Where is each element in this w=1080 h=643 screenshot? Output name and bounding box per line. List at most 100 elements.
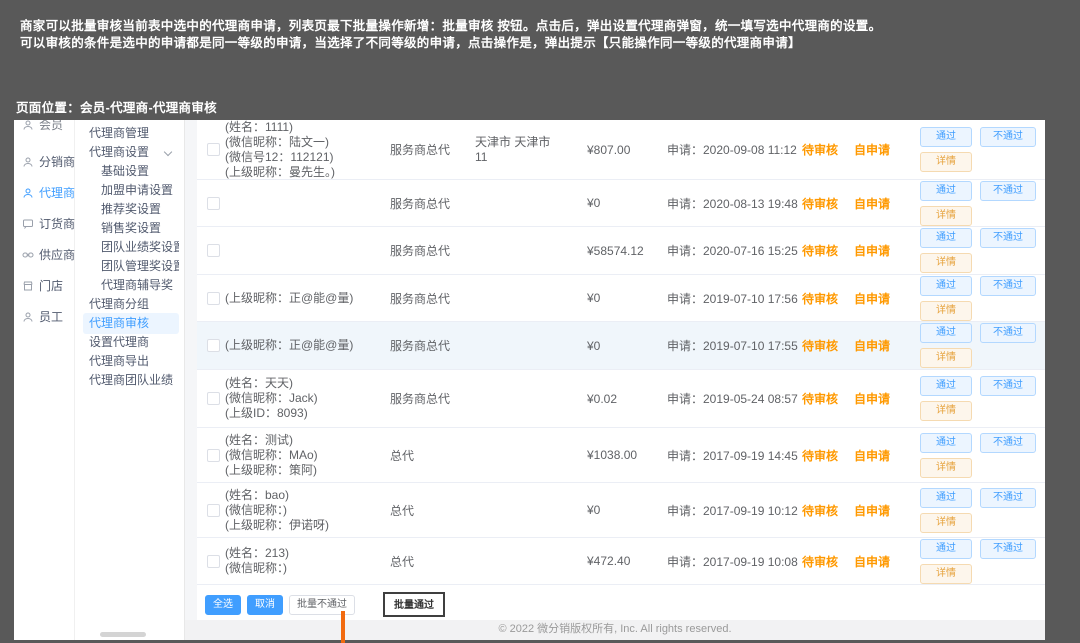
sidebar-item-1[interactable]: 分销商: [22, 153, 75, 170]
submenu-item-3[interactable]: 加盟申请设置: [83, 180, 179, 201]
detail-button[interactable]: 详情: [920, 564, 972, 584]
status-badge: 待审核: [802, 141, 854, 158]
row-actions-cell: 通过不通过详情: [912, 228, 1045, 273]
status-badge: 待审核: [802, 195, 854, 212]
detail-button[interactable]: 详情: [920, 206, 972, 226]
staff-icon: [22, 311, 34, 323]
applicant-info-line: (上级昵称：曼先生。): [225, 165, 390, 180]
bulk-reject-button[interactable]: 批量不通过: [289, 595, 355, 615]
agent-level-cell: 服务商总代: [390, 195, 475, 212]
row-checkbox[interactable]: [207, 504, 220, 517]
row-actions-cell: 通过不通过详情: [912, 433, 1045, 478]
sidebar2-scrollbar[interactable]: [100, 632, 146, 637]
approve-button[interactable]: 通过: [920, 539, 972, 559]
apply-date-cell: 申请：2019-07-10 17:56: [667, 290, 802, 307]
amount-cell: ¥807.00: [587, 143, 667, 157]
approve-button[interactable]: 通过: [920, 228, 972, 248]
detail-button[interactable]: 详情: [920, 348, 972, 368]
submenu-item-label: 销售奖设置: [101, 221, 161, 235]
apply-date-cell: 申请：2020-08-13 19:48: [667, 195, 802, 212]
reject-button[interactable]: 不通过: [980, 539, 1036, 559]
detail-button[interactable]: 详情: [920, 152, 972, 172]
table-row: 服务商总代¥0申请：2020-08-13 19:48待审核自申请通过不通过详情: [197, 180, 1045, 227]
sidebar-item-5[interactable]: 门店: [22, 277, 63, 294]
reject-button[interactable]: 不通过: [980, 276, 1036, 296]
row-checkbox[interactable]: [207, 244, 220, 257]
approve-button[interactable]: 通过: [920, 488, 972, 508]
agent-level-cell: 总代: [390, 553, 475, 570]
status-badge: 待审核: [802, 337, 854, 354]
table-row: (姓名：213)(微信昵称：)总代¥472.40申请：2017-09-19 10…: [197, 538, 1045, 585]
source-badge: 自申请: [854, 502, 912, 519]
submenu-item-11[interactable]: 设置代理商: [83, 332, 179, 353]
row-checkbox[interactable]: [207, 339, 220, 352]
select-all-button[interactable]: 全选: [205, 595, 241, 615]
sidebar-item-4[interactable]: 供应商: [22, 246, 75, 263]
row-checkbox[interactable]: [207, 555, 220, 568]
approve-button[interactable]: 通过: [920, 376, 972, 396]
review-table-card: (姓名：1111)(微信昵称：陆文一)(微信号12：112121)(上级昵称：曼…: [197, 120, 1045, 620]
approve-button[interactable]: 通过: [920, 181, 972, 201]
breadcrumb: 页面位置：会员-代理商-代理商审核: [16, 97, 217, 116]
sidebar-item-2[interactable]: 代理商: [22, 184, 75, 201]
reject-button[interactable]: 不通过: [980, 181, 1036, 201]
status-badge: 待审核: [802, 242, 854, 259]
submenu-item-8[interactable]: 代理商辅导奖: [83, 275, 179, 296]
approve-button[interactable]: 通过: [920, 127, 972, 147]
sidebar-item-label: 供应商: [39, 246, 75, 263]
submenu-item-13[interactable]: 代理商团队业绩: [83, 370, 179, 391]
reject-button[interactable]: 不通过: [980, 376, 1036, 396]
row-checkbox[interactable]: [207, 197, 220, 210]
submenu-item-0[interactable]: 代理商管理: [83, 123, 179, 144]
row-actions-cell: 通过不通过详情: [912, 127, 1045, 172]
submenu-item-6[interactable]: 团队业绩奖设置: [83, 237, 179, 258]
sidebar-item-label: 会员: [39, 120, 63, 133]
submenu-item-10[interactable]: 代理商审核: [83, 313, 179, 334]
status-badge: 待审核: [802, 290, 854, 307]
reject-button[interactable]: 不通过: [980, 433, 1036, 453]
approve-button[interactable]: 通过: [920, 276, 972, 296]
bulk-approve-button[interactable]: 批量通过: [386, 598, 442, 614]
submenu-item-label: 代理商辅导奖: [101, 278, 173, 292]
supplier-icon: [22, 249, 34, 261]
submenu-item-1[interactable]: 代理商设置: [83, 142, 179, 163]
apply-date-cell: 申请：2019-05-24 08:57: [667, 390, 802, 407]
table-row: (姓名：测试)(微信昵称：MAo)(上级昵称：策阿)总代¥1038.00申请：2…: [197, 428, 1045, 483]
reject-button[interactable]: 不通过: [980, 488, 1036, 508]
detail-button[interactable]: 详情: [920, 401, 972, 421]
sidebar-item-3[interactable]: 订货商: [22, 215, 75, 232]
row-checkbox[interactable]: [207, 143, 220, 156]
detail-button[interactable]: 详情: [920, 301, 972, 321]
submenu-item-9[interactable]: 代理商分组: [83, 294, 179, 315]
sidebar-item-0[interactable]: 会员: [22, 120, 63, 133]
applicant-info-cell: (姓名：1111)(微信昵称：陆文一)(微信号12：112121)(上级昵称：曼…: [225, 120, 390, 180]
member-icon: [22, 120, 34, 131]
submenu-item-7[interactable]: 团队管理奖设置: [83, 256, 179, 277]
submenu-item-4[interactable]: 推荐奖设置: [83, 199, 179, 220]
annotation-box: 批量通过: [383, 592, 445, 617]
detail-button[interactable]: 详情: [920, 253, 972, 273]
submenu-item-2[interactable]: 基础设置: [83, 161, 179, 182]
row-checkbox[interactable]: [207, 292, 220, 305]
detail-button[interactable]: 详情: [920, 513, 972, 533]
row-checkbox-cell: [197, 143, 225, 156]
reject-button[interactable]: 不通过: [980, 228, 1036, 248]
cancel-button[interactable]: 取消: [247, 595, 283, 615]
reject-button[interactable]: 不通过: [980, 323, 1036, 343]
agent-level-cell: 总代: [390, 502, 475, 519]
detail-button[interactable]: 详情: [920, 458, 972, 478]
approve-button[interactable]: 通过: [920, 323, 972, 343]
reject-button[interactable]: 不通过: [980, 127, 1036, 147]
row-checkbox[interactable]: [207, 449, 220, 462]
applicant-info-line: (姓名：天天): [225, 376, 390, 391]
approve-button[interactable]: 通过: [920, 433, 972, 453]
amount-cell: ¥0.02: [587, 392, 667, 406]
agent-level-cell: 服务商总代: [390, 390, 475, 407]
order-merchant-icon: [22, 218, 34, 230]
source-badge: 自申请: [854, 242, 912, 259]
submenu-item-12[interactable]: 代理商导出: [83, 351, 179, 372]
submenu-item-label: 团队业绩奖设置: [101, 240, 179, 254]
sidebar-item-6[interactable]: 员工: [22, 308, 63, 325]
row-checkbox[interactable]: [207, 392, 220, 405]
submenu-item-5[interactable]: 销售奖设置: [83, 218, 179, 239]
